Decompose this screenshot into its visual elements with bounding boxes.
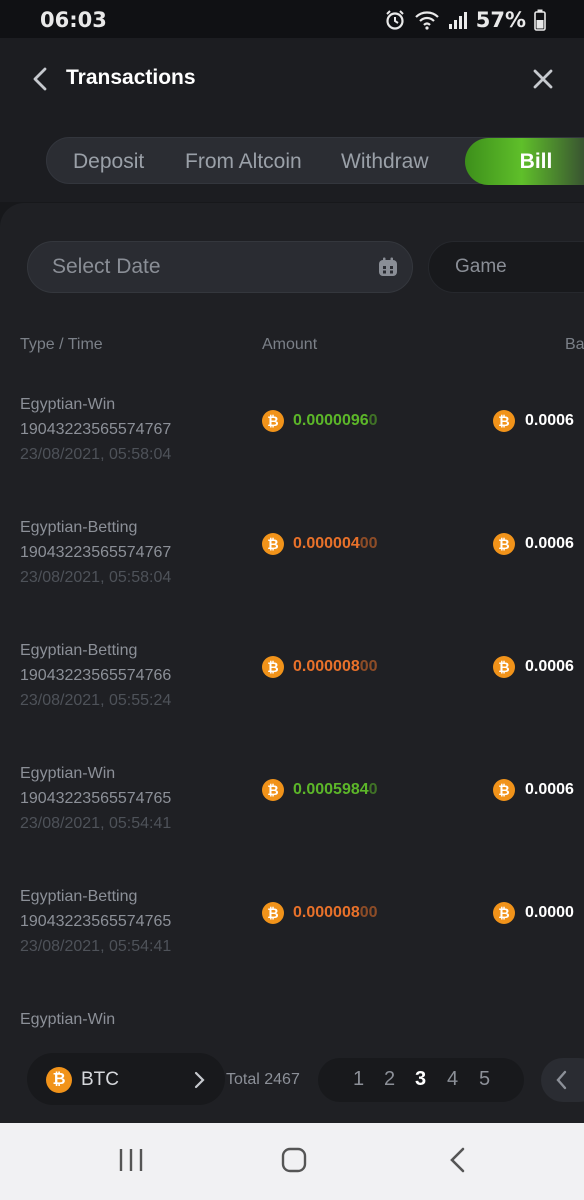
transaction-type: Egyptian-Betting bbox=[20, 642, 138, 659]
battery-icon bbox=[534, 9, 546, 31]
bitcoin-icon: ₿ bbox=[262, 533, 284, 555]
transaction-type: Egyptian-Betting bbox=[20, 888, 138, 905]
transaction-balance: 0.0006 bbox=[525, 658, 574, 675]
bitcoin-icon: ₿ bbox=[493, 533, 515, 555]
transaction-time: 23/08/2021, 05:58:04 bbox=[20, 446, 172, 463]
transaction-type: Egyptian-Win bbox=[20, 1011, 116, 1028]
system-nav-bar bbox=[0, 1123, 584, 1200]
transaction-row: Egyptian-Win 19043223565574765 23/08/202… bbox=[0, 765, 584, 888]
column-header-balance: Ba bbox=[565, 336, 584, 353]
status-bar: 06:03 57% bbox=[0, 0, 584, 38]
page-3[interactable]: 3 bbox=[415, 1068, 426, 1091]
transaction-time: 23/08/2021, 05:54:41 bbox=[20, 938, 172, 955]
transaction-time: 23/08/2021, 05:58:04 bbox=[20, 569, 172, 586]
transaction-time: 23/08/2021, 05:54:41 bbox=[20, 815, 172, 832]
recents-icon[interactable] bbox=[118, 1147, 144, 1173]
transaction-balance: 0.0000 bbox=[525, 904, 574, 921]
bitcoin-icon: ₿ bbox=[262, 902, 284, 924]
back-icon[interactable] bbox=[447, 1147, 469, 1173]
tabs-bar: Deposit From Altcoin Withdraw Bill bbox=[0, 122, 584, 202]
bitcoin-icon: ₿ bbox=[46, 1067, 72, 1093]
close-button[interactable] bbox=[532, 68, 554, 90]
page-5[interactable]: 5 bbox=[479, 1068, 490, 1091]
total-count: Total 2467 bbox=[226, 1071, 300, 1088]
chevron-left-icon bbox=[556, 1070, 567, 1090]
transaction-row: Egyptian-Betting 19043223565574766 23/08… bbox=[0, 642, 584, 765]
wifi-icon bbox=[414, 11, 439, 30]
header: Transactions bbox=[0, 38, 584, 122]
clock: 06:03 bbox=[40, 8, 107, 32]
transaction-type: Egyptian-Win bbox=[20, 765, 116, 782]
transaction-amount: 0.00000800 bbox=[293, 658, 378, 675]
transaction-balance: 0.0006 bbox=[525, 781, 574, 798]
transaction-id: 19043223565574767 bbox=[20, 421, 172, 438]
bitcoin-icon: ₿ bbox=[262, 410, 284, 432]
signal-icon bbox=[448, 12, 467, 29]
column-header-type-time: Type / Time bbox=[20, 336, 103, 353]
transaction-balance: 0.0006 bbox=[525, 535, 574, 552]
transaction-balance: 0.0006 bbox=[525, 412, 574, 429]
currency-label: BTC bbox=[81, 1069, 119, 1090]
transaction-id: 19043223565574767 bbox=[20, 544, 172, 561]
previous-page-button[interactable] bbox=[541, 1058, 584, 1102]
page-title: Transactions bbox=[66, 66, 196, 89]
bitcoin-icon: ₿ bbox=[493, 779, 515, 801]
bitcoin-icon: ₿ bbox=[262, 656, 284, 678]
bitcoin-icon: ₿ bbox=[493, 656, 515, 678]
transaction-row: Egyptian-Win 19043223565574767 23/08/202… bbox=[0, 396, 584, 519]
status-icons: 57% bbox=[384, 8, 546, 32]
column-header-amount: Amount bbox=[262, 336, 318, 353]
transaction-id: 19043223565574765 bbox=[20, 790, 172, 807]
chevron-left-icon bbox=[33, 67, 47, 91]
game-select[interactable]: Game bbox=[428, 241, 584, 293]
pagination-bar: ₿ BTC Total 2467 1 2 3 4 5 bbox=[0, 1040, 584, 1123]
date-picker[interactable]: Select Date bbox=[27, 241, 413, 293]
game-placeholder: Game bbox=[455, 256, 507, 277]
battery-level: 57% bbox=[475, 8, 526, 32]
bitcoin-icon: ₿ bbox=[493, 410, 515, 432]
transaction-id: 19043223565574765 bbox=[20, 913, 172, 930]
chevron-right-icon bbox=[194, 1071, 205, 1089]
transaction-amount: 0.00000960 bbox=[293, 412, 378, 429]
tab-from-altcoin[interactable]: From Altcoin bbox=[185, 138, 302, 185]
transaction-type: Egyptian-Win bbox=[20, 396, 116, 413]
page-2[interactable]: 2 bbox=[384, 1068, 395, 1091]
date-placeholder: Select Date bbox=[52, 255, 161, 278]
transactions-panel: Select Date Game Type / Time Amount Ba E… bbox=[0, 203, 584, 1123]
tab-list: Deposit From Altcoin Withdraw Bill bbox=[46, 137, 584, 185]
calendar-icon bbox=[379, 257, 397, 276]
close-icon bbox=[533, 69, 553, 89]
alarm-icon bbox=[386, 10, 404, 30]
transaction-amount: 0.00000400 bbox=[293, 535, 378, 552]
transaction-amount: 0.00059840 bbox=[293, 781, 378, 798]
transaction-time: 23/08/2021, 05:55:24 bbox=[20, 692, 172, 709]
currency-selector[interactable]: ₿ BTC bbox=[27, 1053, 225, 1105]
tab-withdraw[interactable]: Withdraw bbox=[341, 138, 429, 185]
bitcoin-icon: ₿ bbox=[262, 779, 284, 801]
transaction-id: 19043223565574766 bbox=[20, 667, 172, 684]
page-4[interactable]: 4 bbox=[447, 1068, 458, 1091]
page-1[interactable]: 1 bbox=[353, 1068, 364, 1091]
bitcoin-icon: ₿ bbox=[493, 902, 515, 924]
transaction-type: Egyptian-Betting bbox=[20, 519, 138, 536]
transaction-row: Egyptian-Betting 19043223565574767 23/08… bbox=[0, 519, 584, 642]
tab-bill[interactable]: Bill bbox=[465, 138, 584, 185]
transaction-row: Egyptian-Betting 19043223565574765 23/08… bbox=[0, 888, 584, 1011]
home-icon[interactable] bbox=[281, 1147, 307, 1173]
transaction-amount: 0.00000800 bbox=[293, 904, 378, 921]
back-button[interactable] bbox=[30, 66, 52, 92]
tab-deposit[interactable]: Deposit bbox=[73, 138, 144, 185]
page-list: 1 2 3 4 5 bbox=[318, 1058, 524, 1102]
